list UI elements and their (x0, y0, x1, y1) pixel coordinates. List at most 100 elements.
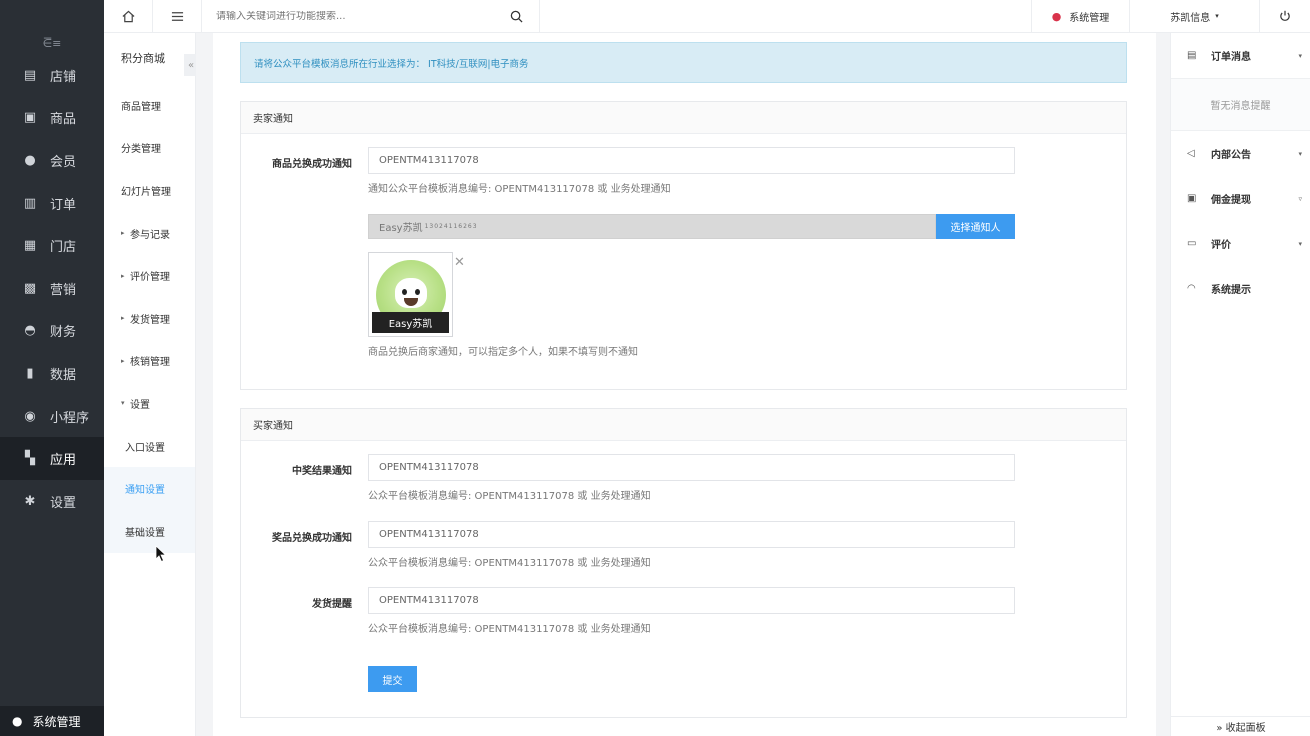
sidebar-item-8[interactable]: ◉ 小程序 (0, 395, 104, 438)
panel-item-label: 订单消息 (1211, 52, 1251, 63)
buyer-template-input[interactable]: OPENTM413117078 (368, 454, 1015, 481)
member-icon: ● (24, 152, 36, 168)
panel-item-label: 系统提示 (1211, 285, 1251, 296)
sidebar-system-admin[interactable]: ● 系统管理 (0, 706, 104, 736)
notify-user-avatar-card: Easy苏凯 (368, 252, 453, 337)
panel-item-1[interactable]: ◁ 内部公告 ▾ (1171, 131, 1310, 176)
buyer-panel-heading: 买家通知 (241, 409, 1126, 441)
user-name: 苏凯信息 (1170, 12, 1211, 24)
home-icon (122, 10, 134, 22)
chevron-down-icon: ▾ (1215, 12, 1219, 20)
caret-icon: ▸ (121, 271, 125, 280)
subnav-item-label: 设置 (130, 399, 150, 411)
caret-icon: ▸ (121, 229, 125, 238)
sidebar-item-10[interactable]: ✱ 设置 (0, 480, 104, 523)
subnav-item-1[interactable]: 分类管理 (104, 127, 195, 170)
remove-user-close-icon[interactable]: ✕ (454, 255, 465, 270)
sidebar-item-label: 财务 (50, 325, 77, 341)
empty-messages: 暂无消息提醒 (1171, 78, 1310, 131)
subnav-item-6[interactable]: ▸ 核销管理 (104, 340, 195, 383)
seller-field-label: 商品兑换成功通知 (272, 159, 352, 170)
subnav-item-label: 通知设置 (125, 485, 165, 497)
notify-user-name: Easy苏凯 (379, 223, 423, 234)
sidebar-item-9[interactable]: ▚ 应用 (0, 437, 104, 480)
subnav-item-label: 幻灯片管理 (121, 186, 171, 198)
hamburger-icon (171, 11, 183, 21)
sidebar-item-3[interactable]: ▥ 订单 (0, 182, 104, 225)
subnav-item-label: 评价管理 (130, 272, 170, 284)
picker-help: 商品兑换后商家通知，可以指定多个人，如果不填写则不通知 (368, 347, 638, 358)
subnav-item-2[interactable]: 幻灯片管理 (104, 169, 195, 212)
sidebar-item-label: 数据 (50, 367, 77, 383)
sidebar-item-7[interactable]: ▮ 数据 (0, 352, 104, 395)
search-input[interactable] (216, 10, 486, 22)
store-icon: ▤ (23, 67, 37, 83)
panel-item-0[interactable]: ▤ 订单消息 ▾ (1171, 33, 1310, 78)
home-button[interactable] (104, 0, 153, 33)
collapse-panel-button[interactable]: » 收起面板 (1171, 716, 1310, 736)
sidebar-item-label: 门店 (50, 240, 77, 256)
sidebar-item-1[interactable]: ▣ 商品 (0, 97, 104, 140)
mouse-cursor-icon (155, 545, 167, 563)
power-icon (1280, 10, 1290, 21)
subnav-item-label: 发货管理 (130, 314, 170, 326)
select-notify-user-button[interactable]: 选择通知人 (936, 214, 1015, 239)
main-sidebar: ⋶≡ ▤ 店铺 ▣ 商品 ● 会员 ▥ 订单 ▦ 门店 ▩ 营销 ◓ 财务 ▮ 数据 ◉ 小程序 ▚ 应用 ✱ 设置 ● … (0, 0, 104, 736)
sidebar-item-label: 商品 (50, 112, 77, 128)
bell-icon: ◠ (1187, 283, 1196, 294)
seller-template-input[interactable]: OPENTM413117078 (368, 147, 1015, 174)
system-admin-label: 系统管理 (1069, 12, 1110, 24)
sidebar-item-label: 会员 (50, 154, 77, 170)
subnav-item-5[interactable]: ▸ 发货管理 (104, 297, 195, 340)
subnav-item-label: 入口设置 (125, 442, 165, 454)
clipboard-icon: ▤ (1187, 50, 1197, 61)
submit-button[interactable]: 提交 (368, 666, 417, 692)
chevron-down-icon: ▿ (1298, 194, 1302, 203)
sidebar-item-5[interactable]: ▩ 营销 (0, 267, 104, 310)
panel-item-2[interactable]: ▣ 佣金提现 ▿ (1171, 176, 1310, 221)
money-bag-icon: ◓ (24, 323, 36, 339)
logout-button[interactable] (1259, 0, 1310, 33)
subnav-item-4[interactable]: ▸ 评价管理 (104, 254, 195, 297)
user-menu[interactable]: 苏凯信息 ▾ (1129, 0, 1259, 33)
chart-icon: ▮ (26, 365, 34, 381)
sidebar-item-2[interactable]: ● 会员 (0, 139, 104, 182)
search-icon[interactable] (510, 10, 523, 23)
buyer-field-label: 发货提醒 (312, 599, 352, 610)
sidebar-logo-area (0, 0, 104, 32)
system-admin-link[interactable]: ● 系统管理 (1031, 0, 1129, 33)
buyer-template-input[interactable]: OPENTM413117078 (368, 587, 1015, 614)
shop-icon: ▦ (23, 238, 37, 254)
buyer-field-help: 公众平台模板消息编号: OPENTM413117078 或 业务处理通知 (368, 624, 651, 635)
notify-user-display[interactable]: Easy苏凯 13024116263 (368, 214, 936, 239)
sidebar-item-4[interactable]: ▦ 门店 (0, 224, 104, 267)
miniapp-icon: ◉ (24, 408, 36, 424)
sidebar-item-label: 小程序 (50, 410, 90, 426)
buyer-field-label: 中奖结果通知 (292, 466, 352, 477)
sidebar-item-6[interactable]: ◓ 财务 (0, 310, 104, 353)
subnav-item-3[interactable]: ▸ 参与记录 (104, 212, 195, 255)
subnav-item-8[interactable]: 入口设置 (104, 425, 195, 468)
panel-item-label: 内部公告 (1211, 150, 1251, 161)
caret-icon: ▸ (121, 356, 125, 365)
message-panel: ▤ 订单消息 ▾ 暂无消息提醒 ◁ 内部公告 ▾ ▣ 佣金提现 ▿ ▭ 评价 ▾ ◠ 系统提示 » 收起面板 (1170, 33, 1310, 736)
seller-field-help: 通知公众平台模板消息编号: OPENTM413117078 或 业务处理通知 (368, 184, 671, 195)
gift-icon: ▩ (23, 280, 37, 296)
subnav-item-9[interactable]: 通知设置 (104, 467, 195, 510)
buyer-template-input[interactable]: OPENTM413117078 (368, 521, 1015, 548)
industry-notice: 请将公众平台模板消息所在行业选择为： IT科技/互联网|电子商务 (240, 42, 1127, 83)
user-icon: ● (12, 714, 23, 728)
panel-item-label: 佣金提现 (1211, 195, 1251, 206)
search-box (202, 0, 540, 33)
menu-toggle-button[interactable] (153, 0, 202, 33)
sidebar-item-label: 店铺 (50, 69, 77, 85)
subnav-item-10[interactable]: 基础设置 (104, 509, 195, 553)
sidebar-item-0[interactable]: ▤ 店铺 (0, 54, 104, 97)
menu-collapse-icon[interactable]: ⋶≡ (0, 32, 104, 54)
panel-item-3[interactable]: ▭ 评价 ▾ (1171, 221, 1310, 266)
caret-icon: ▸ (121, 314, 125, 323)
panel-item-4[interactable]: ◠ 系统提示 (1171, 266, 1310, 311)
subnav-item-7[interactable]: ▾ 设置 (104, 382, 195, 425)
subnav-item-0[interactable]: 商品管理 (104, 84, 195, 127)
top-bar: ● 系统管理 苏凯信息 ▾ (104, 0, 1310, 33)
